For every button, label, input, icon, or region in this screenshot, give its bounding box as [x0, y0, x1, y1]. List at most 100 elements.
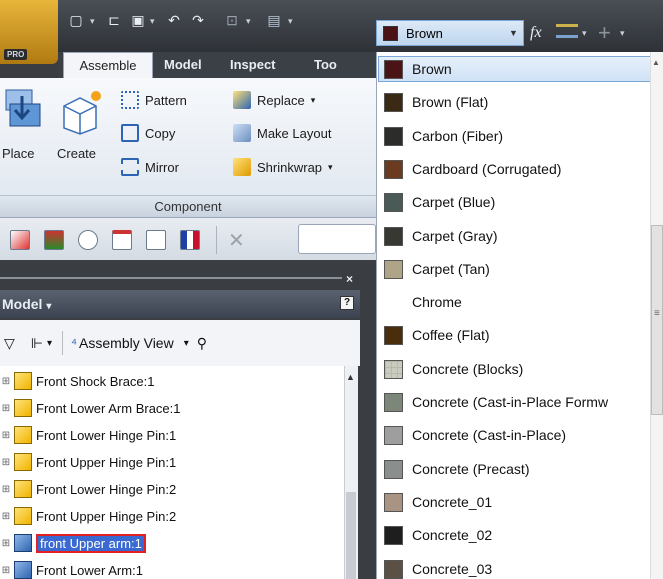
material-swatch	[384, 159, 403, 179]
assembly-view-label[interactable]: Assembly View	[79, 335, 174, 351]
pattern-button[interactable]: Pattern	[121, 91, 187, 109]
material-list-item[interactable]: Brown	[380, 54, 650, 84]
tree-item[interactable]: ⊞ Front Lower Arm:1	[0, 557, 344, 579]
tree-item-label: Front Lower Arm Brace:1	[36, 400, 181, 416]
material-label: Concrete_01	[412, 494, 493, 510]
expand-icon[interactable]: ⊞	[0, 484, 12, 495]
find-icon[interactable]: ⚲	[197, 335, 207, 352]
expand-icon[interactable]: ⊞	[0, 538, 12, 549]
save-dropdown-arrow[interactable]: ▾	[150, 16, 158, 27]
chevron-down-icon[interactable]: ▾	[184, 338, 189, 349]
help-icon[interactable]: ?	[340, 296, 354, 310]
tab-assemble[interactable]: Assemble	[63, 52, 153, 78]
material-list-item[interactable]: Chrome	[380, 287, 650, 317]
target-icon[interactable]	[78, 230, 98, 250]
function-icon[interactable]: fx	[530, 24, 542, 42]
material-list-item[interactable]: Concrete_03	[380, 554, 650, 579]
chevron-down-icon[interactable]: ▼	[509, 28, 523, 38]
tab-tools[interactable]: Too	[314, 52, 337, 78]
tree-item[interactable]: ⊞ Front Upper Hinge Pin:2	[0, 503, 344, 529]
place-button[interactable]	[0, 86, 44, 130]
application-menu-button[interactable]: PRO	[0, 0, 58, 64]
material-selector[interactable]: Brown ▼	[376, 20, 524, 46]
dropdown-scrollbar-thumb[interactable]	[651, 225, 663, 415]
mirror-label: Mirror	[145, 159, 179, 175]
appearance-icon[interactable]	[556, 24, 578, 38]
save-icon[interactable]: ▣	[128, 10, 148, 30]
undo-icon[interactable]: ↶	[164, 10, 184, 30]
add-dropdown-arrow[interactable]: ▾	[620, 28, 628, 39]
project-icon[interactable]: ▤	[264, 10, 284, 30]
scroll-up-arrow[interactable]: ▲	[346, 372, 355, 382]
copy-button[interactable]: Copy	[121, 124, 175, 142]
shrinkwrap-dropdown-arrow[interactable]: ▾	[328, 162, 333, 173]
material-label: Carpet (Gray)	[412, 228, 498, 244]
expand-icon[interactable]: ⊞	[0, 511, 12, 522]
shrinkwrap-button[interactable]: Shrinkwrap ▾	[233, 158, 333, 176]
assembly-icon	[12, 560, 34, 579]
tree-item-label: Front Shock Brace:1	[36, 373, 155, 389]
command-input[interactable]	[298, 224, 376, 254]
tree-item[interactable]: ⊞ Front Lower Arm Brace:1	[0, 395, 344, 421]
material-list-item[interactable]: Concrete (Cast-in-Place Formw	[380, 387, 650, 417]
tree-item[interactable]: ⊞ Front Upper Hinge Pin:1	[0, 449, 344, 475]
replace-dropdown-arrow[interactable]: ▾	[311, 95, 316, 106]
material-list-item[interactable]: Concrete (Blocks)	[380, 354, 650, 384]
material-list-item[interactable]: Concrete (Cast-in-Place)	[380, 420, 650, 450]
tree-item-label-edit[interactable]: front Upper arm:1	[36, 533, 146, 553]
material-list-item[interactable]: Coffee (Flat)	[380, 320, 650, 350]
material-list-item[interactable]: Concrete_02	[380, 520, 650, 550]
material-list-item[interactable]: Concrete_01	[380, 487, 650, 517]
material-label: Concrete (Precast)	[412, 461, 530, 477]
material-list-item[interactable]: Carbon (Fiber)	[380, 121, 650, 151]
expand-icon[interactable]: ⊞	[0, 403, 12, 414]
expand-icon[interactable]: ⊞	[0, 457, 12, 468]
chevron-down-icon[interactable]: ▾	[47, 338, 52, 349]
open-file-icon[interactable]: ⊏	[104, 10, 124, 30]
sketch-icon[interactable]	[10, 230, 30, 250]
material-list-item[interactable]: Carpet (Tan)	[380, 254, 650, 284]
new-dropdown-arrow[interactable]: ▾	[90, 16, 98, 27]
material-list-item[interactable]: Carpet (Gray)	[380, 221, 650, 251]
material-swatch	[384, 259, 403, 279]
tab-inspect[interactable]: Inspect	[230, 52, 276, 78]
add-icon[interactable]: +	[598, 20, 611, 46]
image-icon[interactable]	[44, 230, 64, 250]
material-list-item[interactable]: Carpet (Blue)	[380, 187, 650, 217]
tree-item[interactable]: ⊞ Front Shock Brace:1	[0, 368, 344, 394]
return-dropdown-arrow[interactable]: ▾	[246, 16, 254, 27]
close-icon[interactable]: ✕	[228, 228, 245, 253]
create-button[interactable]	[56, 86, 106, 136]
panel-grip[interactable]	[0, 277, 342, 279]
tree-scrollbar-thumb[interactable]	[346, 492, 356, 579]
appearance-dropdown-arrow[interactable]: ▾	[582, 28, 590, 39]
redo-icon[interactable]: ↷	[188, 10, 208, 30]
make-layout-button[interactable]: Make Layout	[233, 124, 331, 142]
replace-button[interactable]: Replace ▾	[233, 91, 315, 109]
expand-icon[interactable]: ⊞	[0, 376, 12, 387]
material-label: Cardboard (Corrugated)	[412, 161, 562, 177]
zoom-icon[interactable]	[146, 230, 166, 250]
chevron-down-icon[interactable]: ▾	[46, 301, 51, 312]
new-file-icon[interactable]: ▢	[66, 10, 86, 30]
filter-icon[interactable]: ▽	[4, 335, 15, 352]
hierarchy-icon[interactable]: ⊩	[31, 335, 43, 352]
tab-model[interactable]: Model	[164, 52, 202, 78]
tree-item[interactable]: ⊞ Front Lower Hinge Pin:2	[0, 476, 344, 502]
project-dropdown-arrow[interactable]: ▾	[288, 16, 296, 27]
scroll-up-arrow[interactable]: ▲	[652, 58, 660, 67]
close-icon[interactable]: ×	[346, 272, 353, 286]
expand-icon[interactable]: ⊞	[0, 430, 12, 441]
window-icon[interactable]	[112, 230, 132, 250]
material-list-item[interactable]: Concrete (Precast)	[380, 454, 650, 484]
browser-header[interactable]: Model ▾	[0, 290, 360, 318]
mirror-button[interactable]: Mirror	[121, 158, 179, 176]
expand-icon[interactable]: ⊞	[0, 565, 12, 576]
tree-item-selected[interactable]: ⊞ front Upper arm:1	[0, 530, 344, 556]
tree-item[interactable]: ⊞ Front Lower Hinge Pin:1	[0, 422, 344, 448]
tree-item-label: Front Upper Hinge Pin:2	[36, 508, 177, 524]
material-list-item[interactable]: Brown (Flat)	[380, 87, 650, 117]
material-list-item[interactable]: Cardboard (Corrugated)	[380, 154, 650, 184]
return-icon[interactable]: ⊡	[222, 10, 242, 30]
flag-icon[interactable]	[180, 230, 200, 250]
